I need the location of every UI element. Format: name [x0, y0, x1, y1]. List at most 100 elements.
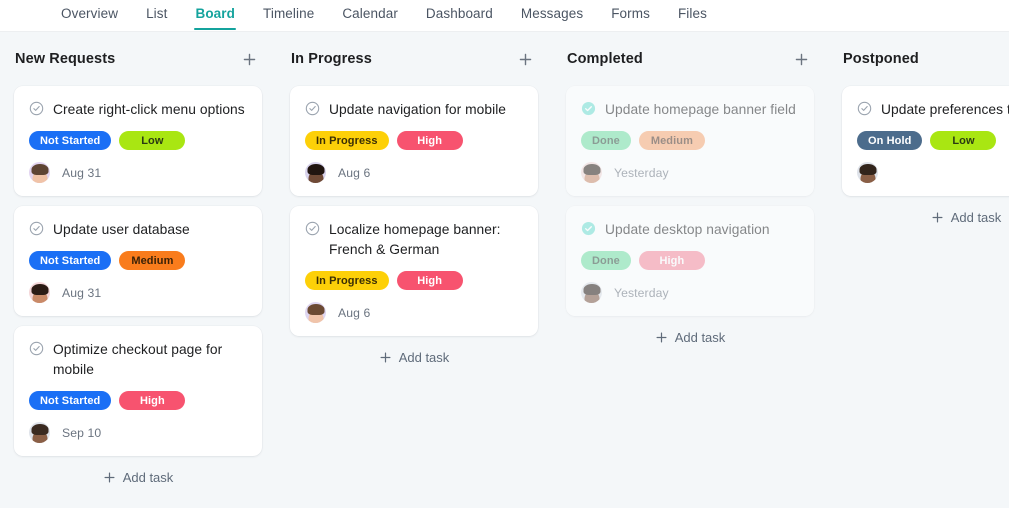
card-meta: Aug 31	[29, 282, 247, 303]
kanban-board: New Requests Create right-click menu opti…	[0, 32, 1009, 508]
priority-badge[interactable]: High	[396, 131, 463, 150]
assignee-avatar[interactable]	[305, 302, 326, 323]
board-column-postponed: Postponed Update preferences tab On Hold Lo…	[828, 32, 1009, 508]
card-list: Update homepage banner field Done Medium Ye…	[566, 86, 814, 316]
add-task-button[interactable]: Add task	[842, 210, 1009, 225]
card-title-row: Localize homepage banner: French & Germa…	[305, 220, 523, 260]
task-card[interactable]: Update user database Not Started Medium Aug…	[14, 206, 262, 316]
priority-badge[interactable]: Low	[930, 131, 997, 150]
assignee-avatar[interactable]	[29, 282, 50, 303]
due-date: Aug 6	[338, 305, 371, 320]
add-task-plus-icon[interactable]	[514, 48, 536, 70]
status-badge[interactable]: In Progress	[305, 131, 389, 150]
assignee-avatar[interactable]	[305, 162, 326, 183]
add-task-plus-icon[interactable]	[790, 48, 812, 70]
check-circle-icon[interactable]	[29, 101, 44, 116]
add-task-label: Add task	[122, 470, 174, 485]
priority-badge[interactable]: High	[119, 391, 186, 410]
assignee-avatar[interactable]	[581, 162, 602, 183]
plus-icon	[379, 351, 392, 364]
add-task-button[interactable]: Add task	[290, 350, 538, 365]
assignee-avatar[interactable]	[29, 422, 50, 443]
check-circle-filled-icon[interactable]	[581, 101, 596, 116]
status-badge[interactable]: Not Started	[29, 391, 112, 410]
card-list: Update preferences tab On Hold Low	[842, 86, 1009, 196]
check-circle-filled-icon[interactable]	[581, 221, 596, 236]
card-title: Localize homepage banner: French & Germa…	[329, 222, 501, 257]
task-card[interactable]: Update homepage banner field Done Medium Ye…	[566, 86, 814, 196]
card-title-row: Update desktop navigation	[581, 220, 799, 240]
status-badge[interactable]: On Hold	[857, 131, 923, 150]
nav-tab-board[interactable]: Board	[181, 0, 249, 30]
task-card[interactable]: Create right-click menu options Not Start…	[14, 86, 262, 196]
add-task-button[interactable]: Add task	[14, 470, 262, 485]
check-circle-icon[interactable]	[29, 221, 44, 236]
task-card[interactable]: Update desktop navigation Done High Yesterd…	[566, 206, 814, 316]
nav-tab-files[interactable]: Files	[664, 0, 721, 30]
nav-tab-messages[interactable]: Messages	[507, 0, 597, 30]
nav-tab-dashboard[interactable]: Dashboard	[412, 0, 507, 30]
card-tags: Not Started Low	[29, 131, 247, 150]
column-header: Postponed	[842, 32, 1009, 86]
priority-badge[interactable]: Medium	[638, 131, 705, 150]
column-title: New Requests	[15, 51, 116, 67]
due-date: Aug 31	[62, 165, 102, 180]
add-task-label: Add task	[950, 210, 1002, 225]
card-tags: Not Started Medium	[29, 251, 247, 270]
card-list: Create right-click menu options Not Start…	[14, 86, 262, 456]
add-task-plus-icon[interactable]	[238, 48, 260, 70]
assignee-avatar[interactable]	[857, 162, 878, 183]
assignee-avatar[interactable]	[29, 162, 50, 183]
card-tags: In Progress High	[305, 271, 523, 290]
card-title: Optimize checkout page for mobile	[53, 342, 223, 377]
card-meta: Yesterday	[581, 162, 799, 183]
add-task-button[interactable]: Add task	[566, 330, 814, 345]
card-title-row: Update user database	[29, 220, 247, 240]
card-meta: Yesterday	[581, 282, 799, 303]
top-navigation: Overview List Board Timeline Calendar Dashboa…	[0, 0, 1009, 32]
check-circle-icon[interactable]	[29, 341, 44, 356]
nav-tab-timeline[interactable]: Timeline	[249, 0, 328, 30]
plus-icon	[931, 211, 944, 224]
card-title: Update user database	[53, 222, 190, 237]
status-badge[interactable]: In Progress	[305, 271, 389, 290]
card-title: Update preferences tab	[881, 102, 1009, 117]
task-card[interactable]: Update navigation for mobile In Progress H…	[290, 86, 538, 196]
due-date: Yesterday	[614, 285, 669, 300]
card-title-row: Update navigation for mobile	[305, 100, 523, 120]
check-circle-icon[interactable]	[305, 101, 320, 116]
card-title-row: Update homepage banner field	[581, 100, 799, 120]
task-card[interactable]: Localize homepage banner: French & Germa…	[290, 206, 538, 336]
priority-badge[interactable]: Low	[119, 131, 186, 150]
task-card[interactable]: Optimize checkout page for mobile Not Sta…	[14, 326, 262, 456]
plus-icon	[655, 331, 668, 344]
task-card[interactable]: Update preferences tab On Hold Low	[842, 86, 1009, 196]
check-circle-icon[interactable]	[857, 101, 872, 116]
due-date: Aug 31	[62, 285, 102, 300]
assignee-avatar[interactable]	[581, 282, 602, 303]
card-title: Update navigation for mobile	[329, 102, 507, 117]
nav-tab-list[interactable]: List	[132, 0, 181, 30]
status-badge[interactable]: Not Started	[29, 131, 112, 150]
nav-tab-calendar[interactable]: Calendar	[328, 0, 412, 30]
status-badge[interactable]: Done	[581, 251, 631, 270]
column-title: Completed	[567, 51, 643, 67]
card-list: Update navigation for mobile In Progress H…	[290, 86, 538, 336]
card-tags: In Progress High	[305, 131, 523, 150]
priority-badge[interactable]: High	[396, 271, 463, 290]
status-badge[interactable]: Done	[581, 131, 631, 150]
nav-tab-overview[interactable]: Overview	[47, 0, 132, 30]
priority-badge[interactable]: Medium	[119, 251, 186, 270]
add-task-label: Add task	[674, 330, 726, 345]
card-title-row: Create right-click menu options	[29, 100, 247, 120]
column-title: Postponed	[843, 51, 919, 67]
check-circle-icon[interactable]	[305, 221, 320, 236]
status-badge[interactable]: Not Started	[29, 251, 112, 270]
board-column-new-requests: New Requests Create right-click menu opti…	[0, 32, 276, 508]
priority-badge[interactable]: High	[638, 251, 705, 270]
due-date: Yesterday	[614, 165, 669, 180]
card-tags: Done Medium	[581, 131, 799, 150]
nav-tab-forms[interactable]: Forms	[597, 0, 664, 30]
column-header: New Requests	[14, 32, 262, 86]
due-date: Sep 10	[62, 425, 102, 440]
